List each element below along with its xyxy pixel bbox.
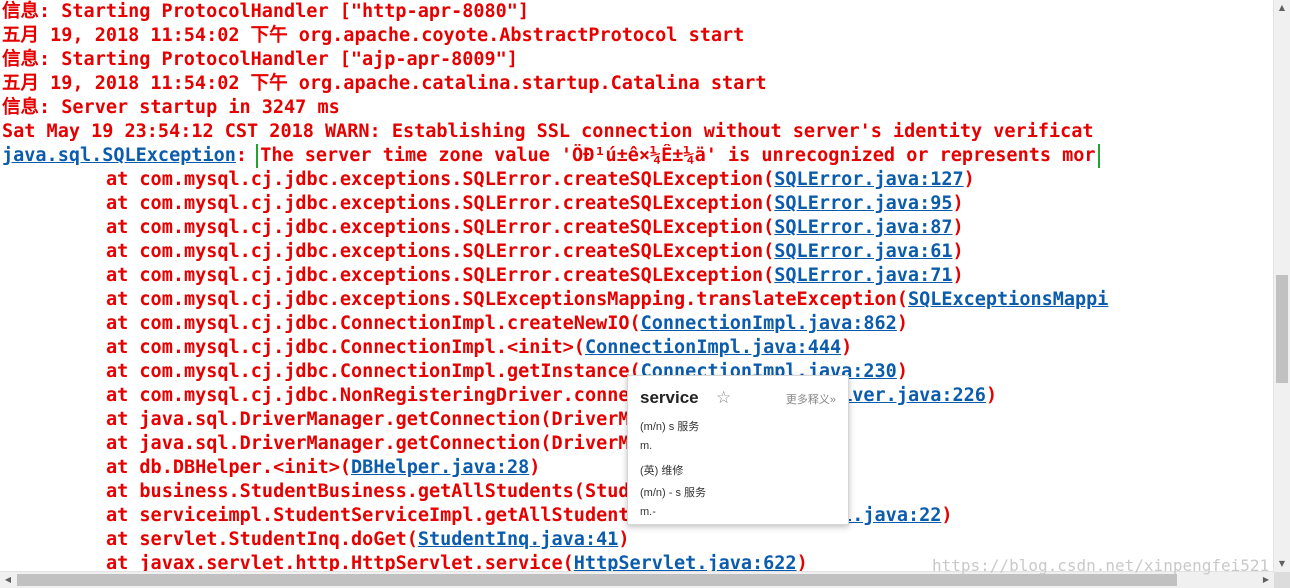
log-text: Sat May 19 23:54:12 CST 2018 WARN: Estab… [2,121,1094,142]
source-link[interactable]: SQLError.java:61 [774,241,952,262]
watermark: https://blog.csdn.net/xinpengfei521 [932,556,1270,575]
source-link[interactable]: SQLError.java:71 [774,265,952,286]
stack-frame-text: at com.mysql.cj.jdbc.exceptions.SQLError… [106,265,775,286]
popup-definition: m.- [640,506,656,518]
closing-paren: ) [896,361,908,382]
vertical-scroll-thumb[interactable] [1276,275,1288,383]
console-line: 信息: Starting ProtocolHandler ["http-apr-… [0,0,1274,24]
console-line: at com.mysql.cj.jdbc.exceptions.SQLError… [0,240,1274,264]
closing-paren: ) [618,529,630,550]
console-line: Sat May 19 23:54:12 CST 2018 WARN: Estab… [0,120,1274,144]
stack-frame-text: at servlet.StudentInq.doGet( [106,529,418,550]
popup-definition: (m/n) s 服务 [640,421,700,433]
closing-paren: ) [985,385,998,406]
arrow-down-icon[interactable]: ▼ [1274,556,1290,572]
exception-link[interactable]: java.sql.SQLException [2,145,236,166]
closing-paren: ) [952,193,964,214]
log-text: 五月 19, 2018 11:54:02 下午 org.apache.coyot… [2,25,745,46]
log-text: 信息: Starting ProtocolHandler ["http-apr-… [2,1,530,22]
console-line: 五月 19, 2018 11:54:02 下午 org.apache.catal… [0,72,1274,96]
source-link[interactable]: SQLError.java:127 [774,169,963,190]
console-line: at com.mysql.cj.jdbc.ConnectionImpl.crea… [0,312,1274,336]
source-link[interactable]: SQLError.java:95 [774,193,952,214]
arrow-up-icon[interactable]: ▲ [1274,0,1290,16]
closing-paren: ) [963,169,975,190]
console-line: 信息: Starting ProtocolHandler ["ajp-apr-8… [0,48,1274,72]
vertical-scrollbar[interactable]: ▲ ▼ [1273,0,1290,572]
stack-frame-text: at db.DBHelper.<init>( [106,457,352,478]
console-line: at servlet.StudentInq.doGet(StudentInq.j… [0,528,1274,552]
console-line: at com.mysql.cj.jdbc.exceptions.SQLError… [0,192,1274,216]
stack-frame-text: at com.mysql.cj.jdbc.exceptions.SQLExcep… [106,289,908,310]
scrollbar-corner [1274,572,1290,588]
stack-frame-text: at business.StudentBusiness.getAllStuden [106,481,552,502]
star-icon[interactable]: ☆ [716,388,731,408]
popup-definition: m. [640,440,653,452]
popup-word: service [640,388,699,407]
highlighted-error-message: The server time zone value 'ÖÐ¹ú±ê×¼Ê±¼ä… [256,144,1100,168]
log-text: 五月 19, 2018 11:54:02 下午 org.apache.catal… [2,73,767,94]
console-line: java.sql.SQLException: The server time z… [0,144,1274,168]
source-link[interactable]: StudentInq.java:41 [418,529,618,550]
stack-frame-text: at com.mysql.cj.jdbc.exceptions.SQLError… [106,169,775,190]
closing-paren: ) [896,313,908,334]
closing-paren: ) [796,553,808,572]
popup-definition: (m/n) - s 服务 [640,487,706,499]
console-line: 信息: Server startup in 3247 ms [0,96,1274,120]
console-line: at com.mysql.cj.jdbc.exceptions.SQLError… [0,216,1274,240]
closing-paren: ) [952,217,964,238]
stack-frame-text: at com.mysql.cj.jdbc.exceptions.SQLError… [106,241,775,262]
source-link[interactable]: ConnectionImpl.java:862 [641,313,897,334]
console-line: at com.mysql.cj.jdbc.exceptions.SQLExcep… [0,288,1274,312]
horizontal-scroll-thumb[interactable] [17,574,1177,586]
stack-frame-text: at com.mysql.cj.jdbc.exceptions.SQLError… [106,193,775,214]
popup-definition: (英) 维修 [640,465,684,477]
stack-frame-text: at com.mysql.cj.jdbc.ConnectionImpl.getI… [106,361,641,382]
source-link[interactable]: SQLExceptionsMappi [908,289,1108,310]
closing-paren: ) [529,457,541,478]
source-link[interactable]: DBHelper.java:28 [351,457,529,478]
closing-paren: ) [952,265,964,286]
stack-frame-text: at serviceimpl.StudentServiceImpl.getAll [106,505,552,526]
log-text: 信息: Starting ProtocolHandler ["ajp-apr-8… [2,49,518,70]
arrow-left-icon[interactable]: ◀ [0,572,16,588]
stack-frame-text: at com.mysql.cj.jdbc.exceptions.SQLError… [106,217,775,238]
dictionary-popup: service ☆ 更多释义» (m/n) s 服务 m. (英) 维修 (m/… [627,375,849,525]
console-line: at com.mysql.cj.jdbc.exceptions.SQLError… [0,264,1274,288]
stack-frame-text: at java.sql.DriverManager.getConnection( [106,409,552,430]
more-definitions-link[interactable]: 更多释义» [786,391,836,407]
stack-frame-text: at com.mysql.cj.jdbc.ConnectionImpl.crea… [106,313,641,334]
separator: : [235,145,259,166]
closing-paren: ) [952,241,964,262]
console-line: 五月 19, 2018 11:54:02 下午 org.apache.coyot… [0,24,1274,48]
source-link[interactable]: ConnectionImpl.java:444 [585,337,841,358]
source-link[interactable]: SQLError.java:87 [774,217,952,238]
stack-frame-text: at com.mysql.cj.jdbc.NonRegisteringDrive [106,385,552,406]
closing-paren: ) [941,505,953,526]
closing-paren: ) [841,337,853,358]
stack-frame-text: at java.sql.DriverManager.getConnection( [106,433,552,454]
stack-frame-text: at com.mysql.cj.jdbc.ConnectionImpl.<ini… [106,337,585,358]
console-line: at com.mysql.cj.jdbc.ConnectionImpl.<ini… [0,336,1274,360]
console-line: at com.mysql.cj.jdbc.exceptions.SQLError… [0,168,1274,192]
stack-frame-text: at javax.servlet.http.HttpServlet.servic… [106,553,574,572]
log-text: 信息: Server startup in 3247 ms [2,97,340,118]
source-link[interactable]: HttpServlet.java:622 [574,553,797,572]
